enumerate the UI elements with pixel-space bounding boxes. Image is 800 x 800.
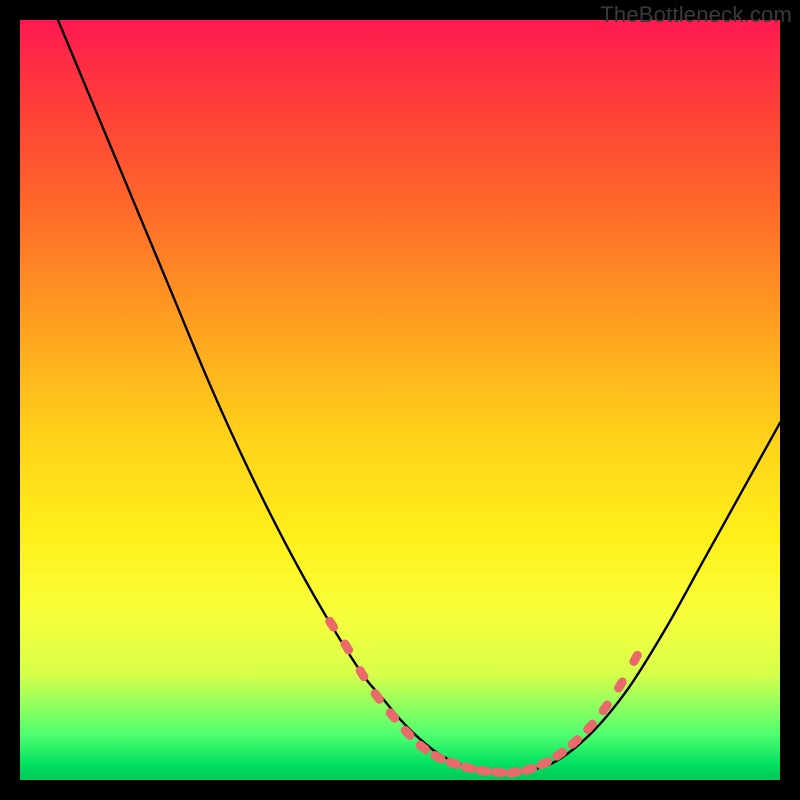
marker	[520, 763, 538, 776]
bottleneck-markers	[323, 615, 643, 778]
plot-area	[20, 20, 780, 780]
bottleneck-curve	[58, 20, 780, 773]
marker	[597, 699, 614, 717]
marker	[384, 706, 401, 724]
chart-svg	[20, 20, 780, 780]
outer-frame: TheBottleneck.com	[0, 0, 800, 800]
marker	[369, 687, 386, 705]
marker	[490, 767, 507, 778]
marker	[460, 762, 478, 775]
marker	[429, 749, 447, 764]
watermark-text: TheBottleneck.com	[600, 2, 792, 28]
marker	[628, 649, 644, 667]
marker	[475, 765, 492, 776]
marker	[505, 766, 522, 778]
